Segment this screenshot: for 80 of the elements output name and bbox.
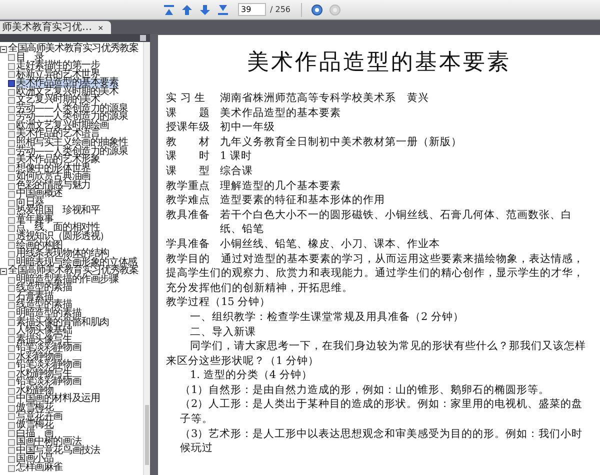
paragraph: 教学过程（15 分钟）: [166, 295, 272, 310]
bookmark-item[interactable]: 中国写意花鸟画技法: [16, 446, 100, 456]
bookmark-item[interactable]: 水彩静物画: [16, 352, 63, 362]
field-label: 学具准备: [166, 236, 211, 252]
page-number-field[interactable]: 39: [238, 3, 266, 16]
last-page-icon: [217, 4, 229, 16]
bookmark-item[interactable]: 傲雪梅花: [16, 404, 54, 413]
bookmark-item[interactable]: 石膏素描: [16, 292, 54, 302]
field-label: 课 题: [166, 106, 211, 120]
field-label: 教具准备: [166, 208, 211, 223]
list-item: （2）人工形：是人类出于某种目的造成的形状。例如：家里用的电视机、盛菜的盘子等。: [179, 397, 584, 427]
circle-icon: [328, 4, 341, 16]
last-page-button[interactable]: [216, 2, 230, 16]
bookmark-item[interactable]: 绘画的构图: [16, 242, 63, 250]
paragraph: 一、组织教学：检查学生课堂常规及用具准备（2 分钟）: [189, 310, 466, 324]
first-page-button[interactable]: [162, 2, 176, 16]
bookmark-item[interactable]: 铅笔淡彩静物画: [16, 344, 82, 353]
document-tab[interactable]: 师美术教育实习优… ×: [0, 21, 112, 34]
bookmark-item[interactable]: 素描头像的骨骼和肌肉: [16, 318, 110, 328]
bookmark-item[interactable]: 全国高师美术教育实习优秀教案: [8, 45, 138, 54]
bookmark-item[interactable]: 明暗造型的素描: [16, 310, 82, 318]
paragraph: 1. 造型的分类（4 分钟）: [189, 368, 314, 383]
close-button[interactable]: ×: [98, 22, 104, 32]
field-value: 初中一年级: [220, 120, 276, 135]
paragraph: 教学目的 通过对造型的基本要素的学习，从而运用这些要素来描绘物象，表达情感，提高学生们的观察力、欣赏力和表现能力。通过学生们的精心创作，显示学生的才华，充分发挥他们的创新精神，开拓思维。: [166, 252, 585, 296]
bookmark-item[interactable]: 想像中的形体世界: [16, 164, 90, 174]
bookmark-item[interactable]: 水粉静物写生: [16, 370, 72, 378]
field-label: 课 时: [166, 149, 211, 164]
field-label: 教 材: [166, 134, 211, 150]
bookmark-item[interactable]: 写意花卉画: [16, 412, 63, 422]
bookmark-item[interactable]: 照相写实主义绘画的抽象性: [16, 139, 128, 148]
field-value: 若干个白色大小不一的圆形磁铁、小铜丝线、石膏几何体、范画数张、白纸、铅笔: [220, 208, 573, 237]
bookmark-item[interactable]: 傲雪梅花: [16, 421, 54, 430]
bookmark-item[interactable]: 劳动——人类创造力的源泉: [16, 104, 128, 114]
field-value: 美术作品造型的基本要素: [220, 106, 342, 120]
field-label: 教学重点: [166, 178, 211, 194]
bookmark-item[interactable]: 线造型的素描: [16, 284, 72, 293]
field-value: 理解造型的几个基本要素: [220, 178, 342, 194]
field-label: 课 型: [166, 164, 211, 179]
list-item: （3）艺术形：是人工形中以表达思想观念和审美感受为目的的形。例如：我们小时候玩过: [179, 426, 584, 456]
bookmark-item[interactable]: 线造型的素描: [16, 301, 72, 310]
bookmark-item[interactable]: 文艺复兴时期的美术: [16, 96, 100, 105]
bookmark-item[interactable]: 欧洲文艺复兴时期的美术: [16, 88, 118, 96]
field-value: 综合课: [220, 164, 254, 179]
bookmark-item[interactable]: 国画小品: [16, 455, 54, 464]
arrow-down-icon: [199, 4, 211, 16]
list-item: （1）自然形：是由自然力造成的形，例如：山的锥形、鹅卵石的椭圆形等。: [179, 382, 551, 398]
bookmark-item[interactable]: 标新立异的艺术世界: [16, 70, 100, 80]
bookmark-item[interactable]: 欧洲文艺复兴时期绘画: [16, 122, 110, 130]
bookmark-item[interactable]: 水粉静物: [16, 386, 54, 396]
field-value: 1 课时: [220, 149, 254, 164]
field-label: 教学难点: [166, 193, 211, 208]
scrollbar[interactable]: [143, 42, 150, 475]
bookmark-item[interactable]: 铅笔淡彩静物画: [16, 378, 82, 387]
paragraph: 同学们，请大家思考一下，在我们身边较为常见的形状有些什么？那我们又该怎样来区分这些形状呢？（1 分钟）: [166, 339, 587, 368]
paragraph: 二、导入新课: [189, 324, 257, 340]
document-title: 美术作品造型的基本要素: [246, 49, 512, 77]
collapse-icon[interactable]: [0, 268, 7, 275]
bookmark-item[interactable]: 热爱祖国 珍视和平: [16, 207, 100, 216]
previous-page-button[interactable]: [180, 2, 194, 16]
collapse-icon[interactable]: [0, 46, 7, 53]
bookmark-item[interactable]: 如何欣赏古典油画: [16, 173, 90, 182]
bookmark-item[interactable]: 用线条表现物体的结构: [16, 250, 110, 259]
page-total: / 256: [270, 5, 291, 14]
bookmark-item[interactable]: 明暗造型素描的作画步骤: [16, 276, 118, 284]
field-label: 授课年级: [166, 120, 211, 135]
field-value: 九年义务教育全日制初中美术教材第一册（新版）: [220, 134, 463, 150]
bookmark-item[interactable]: 色彩的情感与魅力: [16, 182, 90, 190]
next-page-button[interactable]: [198, 2, 212, 16]
field-value: 小铜丝线、铅笔、橡皮、小刀、课本、作业本: [220, 236, 441, 252]
field-value: 造型要素的特征和基本形体的作用: [220, 193, 386, 208]
arrow-up-icon: [181, 4, 193, 16]
bookmark-item[interactable]: 素描头像写生: [16, 336, 72, 344]
bookmark-item[interactable]: 怎样画麻雀: [16, 464, 63, 472]
field-label: 实 习 生: [166, 91, 207, 106]
bookmark-item[interactable]: 铅笔淡彩静物画: [16, 361, 82, 370]
first-page-icon: [163, 4, 175, 16]
bookmark-item[interactable]: 童年趣事: [16, 216, 54, 224]
field-value: 湖南省株洲师范高等专科学校美术系 黄兴: [220, 91, 430, 106]
bookmark-item[interactable]: 国画中树的画法: [16, 438, 82, 447]
